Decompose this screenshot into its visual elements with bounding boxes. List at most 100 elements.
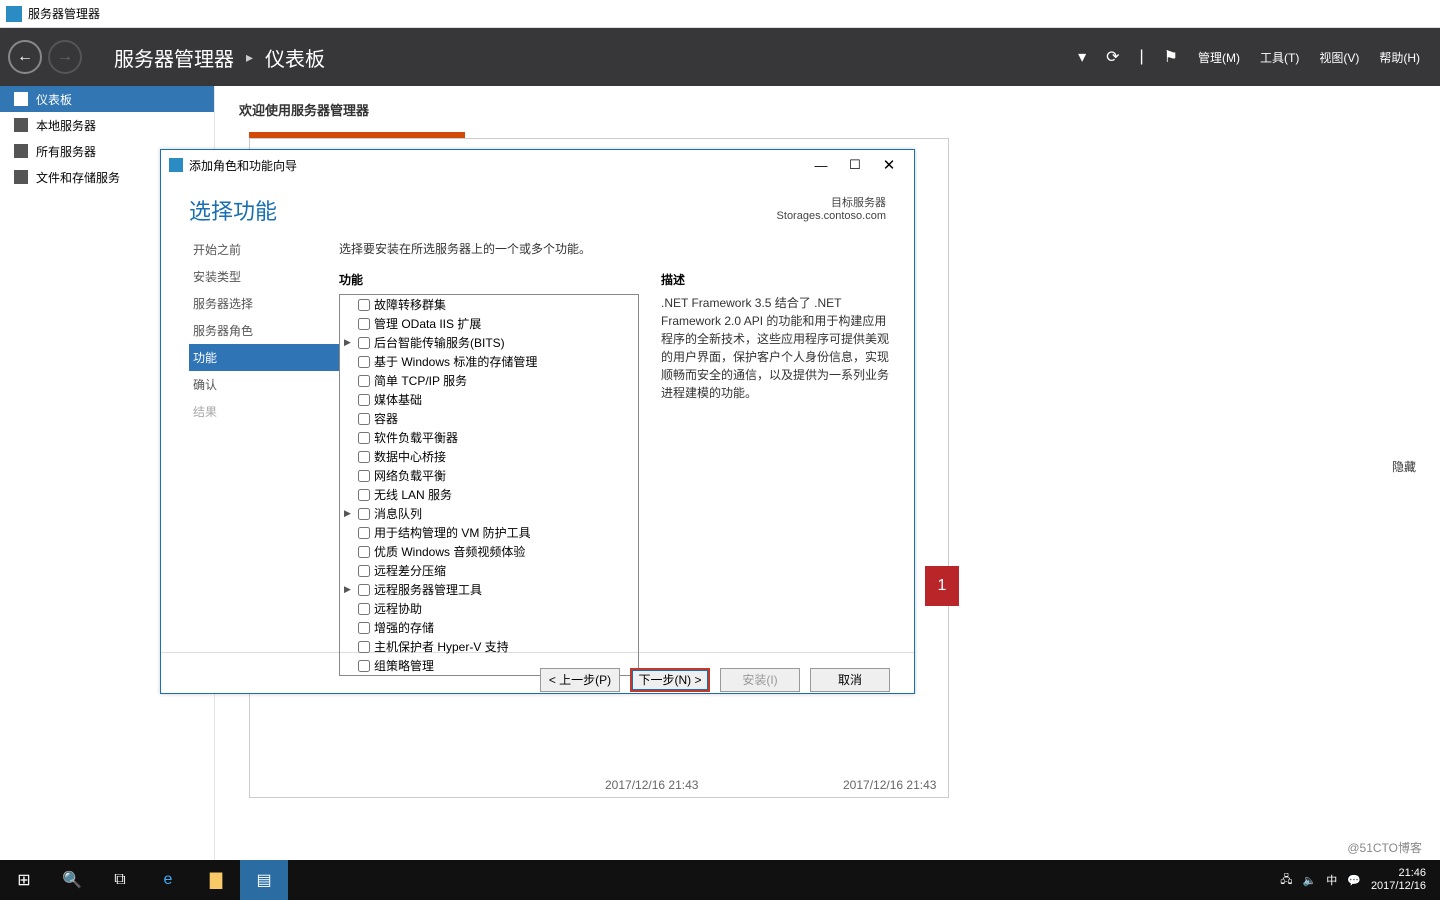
wizard-maximize-button[interactable]: ☐ [838, 157, 872, 173]
wizard-step[interactable]: 服务器选择 [189, 290, 339, 317]
menu-tools[interactable]: 工具(T) [1260, 49, 1299, 66]
feature-checkbox[interactable] [358, 337, 370, 349]
wizard-titlebar: 添加角色和功能向导 — ☐ ✕ [161, 150, 914, 180]
ime-indicator[interactable]: 中 [1326, 872, 1337, 888]
volume-icon[interactable]: 🔈 [1303, 874, 1317, 887]
tile-timestamp: 2017/12/16 21:43 [843, 778, 936, 792]
feature-item[interactable]: 用于结构管理的 VM 防护工具 [340, 523, 638, 542]
menu-help[interactable]: 帮助(H) [1379, 49, 1420, 66]
flag-icon[interactable]: ⚑ [1164, 47, 1178, 67]
welcome-heading: 欢迎使用服务器管理器 [239, 100, 1416, 119]
feature-item[interactable]: 网络负载平衡 [340, 466, 638, 485]
feature-checkbox[interactable] [358, 660, 370, 672]
feature-item[interactable]: 容器 [340, 409, 638, 428]
clock-time: 21:46 [1371, 867, 1426, 880]
task-view-icon[interactable]: ⧉ [96, 860, 144, 900]
sidebar-item-dashboard[interactable]: 仪表板 [0, 86, 214, 112]
feature-checkbox[interactable] [358, 622, 370, 634]
search-icon[interactable]: 🔍 [48, 860, 96, 900]
feature-checkbox[interactable] [358, 565, 370, 577]
refresh-icon[interactable]: ⟳ [1106, 47, 1119, 67]
clock-date: 2017/12/16 [1371, 880, 1426, 893]
wizard-close-button[interactable]: ✕ [872, 156, 906, 174]
sm-header: ← → 服务器管理器 ▸ 仪表板 ▾ ⟳ | ⚑ 管理(M) 工具(T) 视图(… [0, 28, 1440, 86]
ie-icon[interactable]: e [144, 860, 192, 900]
feature-label: 主机保护者 Hyper-V 支持 [374, 638, 509, 655]
feature-item[interactable]: 优质 Windows 音频视频体验 [340, 542, 638, 561]
feature-item[interactable]: 无线 LAN 服务 [340, 485, 638, 504]
feature-item[interactable]: 增强的存储 [340, 618, 638, 637]
feature-checkbox[interactable] [358, 318, 370, 330]
feature-item[interactable]: 主机保护者 Hyper-V 支持 [340, 637, 638, 656]
feature-item[interactable]: 远程协助 [340, 599, 638, 618]
feature-checkbox[interactable] [358, 546, 370, 558]
cancel-button[interactable]: 取消 [810, 668, 890, 692]
sidebar-item-label: 本地服务器 [36, 117, 96, 134]
breadcrumb-root[interactable]: 服务器管理器 [114, 43, 234, 72]
feature-checkbox[interactable] [358, 451, 370, 463]
feature-checkbox[interactable] [358, 375, 370, 387]
feature-item[interactable]: 故障转移群集 [340, 295, 638, 314]
back-button[interactable]: ← [8, 40, 42, 74]
feature-checkbox[interactable] [358, 641, 370, 653]
wizard-step[interactable]: 服务器角色 [189, 317, 339, 344]
feature-item[interactable]: ▶ 远程服务器管理工具 [340, 580, 638, 599]
wizard-step[interactable]: 开始之前 [189, 236, 339, 263]
alert-badge[interactable]: 1 [925, 566, 959, 606]
sidebar-item-label: 仪表板 [36, 91, 72, 108]
feature-label: 远程服务器管理工具 [374, 581, 482, 598]
features-list[interactable]: 故障转移群集管理 OData IIS 扩展▶后台智能传输服务(BITS)基于 W… [339, 294, 639, 676]
start-button[interactable]: ⊞ [0, 860, 48, 900]
expand-icon[interactable]: ▶ [344, 584, 354, 595]
feature-label: 简单 TCP/IP 服务 [374, 372, 467, 389]
wizard-step[interactable]: 功能 [189, 344, 339, 371]
feature-item[interactable]: 远程差分压缩 [340, 561, 638, 580]
explorer-icon[interactable]: ▇ [192, 860, 240, 900]
feature-checkbox[interactable] [358, 394, 370, 406]
taskbar-clock[interactable]: 21:46 2017/12/16 [1371, 867, 1426, 892]
forward-button[interactable]: → [48, 40, 82, 74]
feature-checkbox[interactable] [358, 413, 370, 425]
feature-checkbox[interactable] [358, 470, 370, 482]
server-manager-taskbar-icon[interactable]: ▤ [240, 860, 288, 900]
feature-item[interactable]: 简单 TCP/IP 服务 [340, 371, 638, 390]
sidebar-item-local-server[interactable]: 本地服务器 [0, 112, 214, 138]
feature-checkbox[interactable] [358, 356, 370, 368]
feature-item[interactable]: ▶后台智能传输服务(BITS) [340, 333, 638, 352]
menu-view[interactable]: 视图(V) [1319, 49, 1359, 66]
feature-item[interactable]: 软件负载平衡器 [340, 428, 638, 447]
feature-label: 容器 [374, 410, 398, 427]
notifications-icon[interactable]: 💬 [1347, 874, 1361, 887]
dropdown-icon[interactable]: ▾ [1078, 47, 1086, 67]
feature-checkbox[interactable] [358, 299, 370, 311]
system-tray: 🖧 🔈 中 💬 21:46 2017/12/16 [1280, 867, 1440, 892]
expand-icon[interactable]: ▶ [344, 508, 354, 519]
network-icon[interactable]: 🖧 [1280, 871, 1292, 890]
wizard-minimize-button[interactable]: — [804, 158, 838, 173]
tile-timestamp: 2017/12/16 21:43 [605, 778, 698, 792]
feature-checkbox[interactable] [358, 584, 370, 596]
feature-checkbox[interactable] [358, 603, 370, 615]
hide-link[interactable]: 隐藏 [1392, 458, 1416, 475]
feature-checkbox[interactable] [358, 527, 370, 539]
feature-label: 管理 OData IIS 扩展 [374, 315, 481, 332]
feature-label: 优质 Windows 音频视频体验 [374, 543, 525, 560]
feature-item[interactable]: 管理 OData IIS 扩展 [340, 314, 638, 333]
add-roles-features-wizard: 添加角色和功能向导 — ☐ ✕ 选择功能 目标服务器 Storages.cont… [160, 149, 915, 694]
wizard-step[interactable]: 结果 [189, 398, 339, 425]
feature-checkbox[interactable] [358, 489, 370, 501]
previous-button[interactable]: < 上一步(P) [540, 668, 620, 692]
menu-manage[interactable]: 管理(M) [1198, 49, 1240, 66]
next-button[interactable]: 下一步(N) > [630, 668, 710, 692]
feature-item[interactable]: 数据中心桥接 [340, 447, 638, 466]
feature-checkbox[interactable] [358, 432, 370, 444]
feature-item[interactable]: 基于 Windows 标准的存储管理 [340, 352, 638, 371]
feature-checkbox[interactable] [358, 508, 370, 520]
feature-item[interactable]: ▶消息队列 [340, 504, 638, 523]
install-button[interactable]: 安装(I) [720, 668, 800, 692]
wizard-step[interactable]: 确认 [189, 371, 339, 398]
feature-item[interactable]: 媒体基础 [340, 390, 638, 409]
wizard-step[interactable]: 安装类型 [189, 263, 339, 290]
expand-icon[interactable]: ▶ [344, 337, 354, 348]
breadcrumb[interactable]: 服务器管理器 ▸ 仪表板 [114, 43, 325, 72]
